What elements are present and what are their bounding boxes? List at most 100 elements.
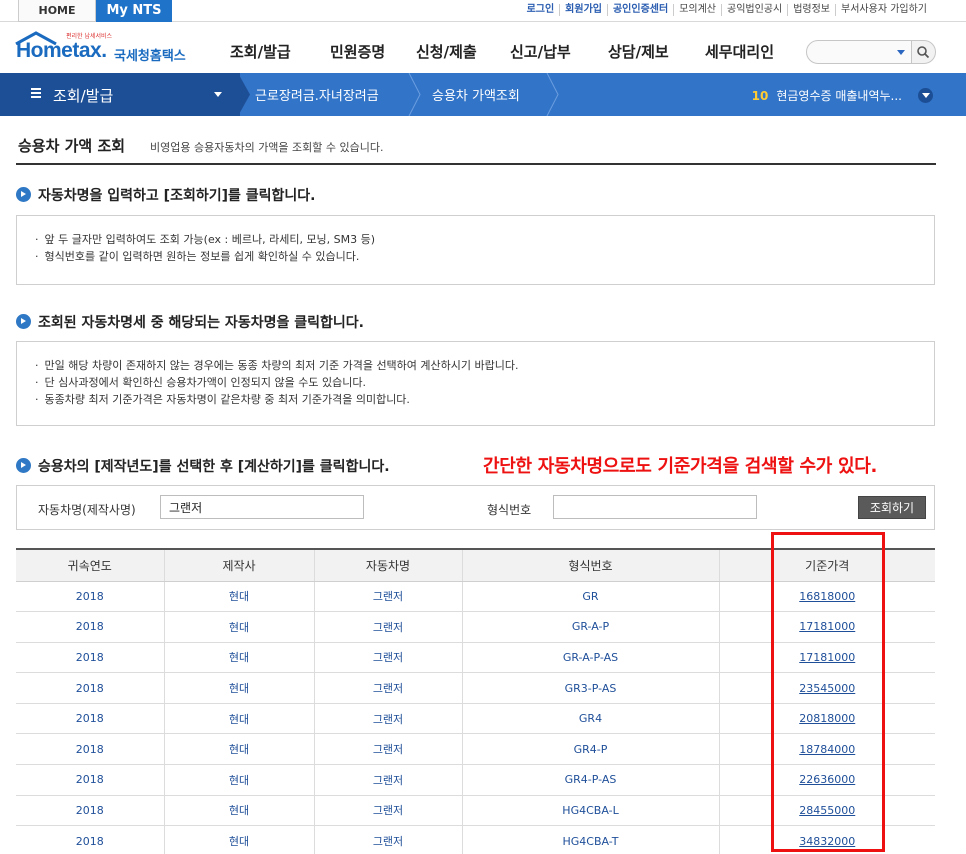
year-cell: 2018 xyxy=(16,611,164,643)
car-name-cell: 그랜저 xyxy=(313,764,462,796)
gnb-item-civil[interactable]: 민원증명 xyxy=(330,41,385,62)
breadcrumb-arrow-icon xyxy=(238,73,250,116)
model-no-input[interactable] xyxy=(553,495,757,519)
note-line: 앞 두 글자만 입력하여도 조회 가능(ex : 베르나, 라세티, 모닝, S… xyxy=(35,231,934,248)
model-no-cell: GR xyxy=(461,581,719,613)
site-header: 편리한 납세서비스 Hom​etax. 국세청홈택스 조회/발급 민원증명 신청… xyxy=(0,23,966,73)
car-name-cell: 그랜저 xyxy=(313,795,462,827)
year-cell: 2018 xyxy=(16,672,164,704)
annotation-note: 간단한 자동차명으로도 기준가격을 검색할 수가 있다. xyxy=(483,456,878,477)
model-no-cell: GR4-P xyxy=(461,733,719,766)
search-input[interactable] xyxy=(806,40,912,64)
model-no-cell: HG4CBA-T xyxy=(461,825,719,854)
mynts-tab[interactable]: My NTS xyxy=(96,0,172,22)
gnb-item-apply[interactable]: 신청/제출 xyxy=(416,41,477,62)
page-title: 승용차 가액 조회 xyxy=(18,137,126,155)
col-header-maker: 제작사 xyxy=(163,548,314,582)
gnb-item-inquiry[interactable]: 조회/발급 xyxy=(230,41,291,62)
section-3-title: 승용차의 [제작년도]를 선택한 후 [계산하기]를 클릭합니다. xyxy=(16,456,390,476)
top-utility-bar: HOME My NTS 로그인 회원가입 공인인증센터 모의계산 공익법인공시 … xyxy=(0,0,966,22)
section-1-notes: 앞 두 글자만 입력하여도 조회 가능(ex : 베르나, 라세티, 모닝, S… xyxy=(16,215,935,285)
law-info-link[interactable]: 법령정보 xyxy=(787,4,835,16)
gnb-item-agent[interactable]: 세무대리인 xyxy=(705,41,774,62)
page-description: 비영업용 승용자동차의 가액을 조회할 수 있습니다. xyxy=(150,141,384,154)
arrow-circle-icon xyxy=(16,314,31,329)
year-cell: 2018 xyxy=(16,642,164,674)
title-divider xyxy=(16,163,936,165)
maker-cell: 현대 xyxy=(163,672,314,704)
location-nav-bar: 조회/발급 근로장려금.자녀장려금 승용차 가액조회 10 현금영수증 매출내역누… xyxy=(0,73,966,116)
maker-cell: 현대 xyxy=(163,733,314,766)
model-no-cell: GR3-P-AS xyxy=(461,672,719,704)
maker-cell: 현대 xyxy=(163,611,314,643)
section-2-title: 조회된 자동차명세 중 해당되는 자동차명을 클릭합니다. xyxy=(16,312,364,332)
car-name-label: 자동차명(제작사명) xyxy=(38,503,136,517)
search-submit-button[interactable]: 조회하기 xyxy=(858,496,926,519)
maker-cell: 현대 xyxy=(163,703,314,735)
col-header-car-name: 자동차명 xyxy=(313,548,462,582)
note-line: 단 심사과정에서 확인하신 승용차가액이 인정되지 않을 수도 있습니다. xyxy=(35,374,934,391)
car-name-input[interactable]: 그랜저 xyxy=(160,495,364,519)
maker-cell: 현대 xyxy=(163,642,314,674)
year-cell: 2018 xyxy=(16,825,164,854)
note-line: 동종차량 최저 기준가격은 자동차명이 같은차량 중 최저 기준가격을 의미합니… xyxy=(35,391,934,408)
search-button[interactable] xyxy=(911,40,936,64)
model-no-cell: GR4 xyxy=(461,703,719,735)
section-2-notes: 만일 해당 차량이 존재하지 않는 경우에는 동종 차량의 최저 기준 가격을 … xyxy=(16,341,935,426)
menu-title: 조회/발급 xyxy=(53,87,114,105)
mock-calc-link[interactable]: 모의계산 xyxy=(673,4,721,16)
maker-cell: 현대 xyxy=(163,581,314,613)
logo-korean-name: 국세청홈택스 xyxy=(114,49,186,64)
year-cell: 2018 xyxy=(16,703,164,735)
ticker-text: 현금영수증 매출내역누... xyxy=(776,89,902,103)
gnb-item-report[interactable]: 신고/납부 xyxy=(510,41,571,62)
car-name-cell: 그랜저 xyxy=(313,825,462,854)
arrow-circle-icon xyxy=(16,187,31,202)
chevron-down-icon[interactable] xyxy=(897,50,905,55)
maker-cell: 현대 xyxy=(163,764,314,796)
car-name-cell: 그랜저 xyxy=(313,672,462,704)
col-header-year: 귀속연도 xyxy=(16,548,164,582)
car-name-cell: 그랜저 xyxy=(313,733,462,766)
model-no-label: 형식번호 xyxy=(487,503,532,517)
note-line: 만일 해당 차량이 존재하지 않는 경우에는 동종 차량의 최저 기준 가격을 … xyxy=(35,357,934,374)
hometax-logo[interactable]: 편리한 납세서비스 Hom​etax. 국세청홈택스 xyxy=(14,31,194,69)
arrow-circle-icon xyxy=(16,458,31,473)
ticker-number: 10 xyxy=(751,89,769,103)
year-cell: 2018 xyxy=(16,795,164,827)
search-icon xyxy=(917,46,930,59)
ticker-expand-button[interactable] xyxy=(918,88,933,103)
chevron-down-icon xyxy=(214,92,222,97)
notice-ticker[interactable]: 10 현금영수증 매출내역누... xyxy=(752,87,902,104)
year-cell: 2018 xyxy=(16,764,164,796)
public-corp-disclosure-link[interactable]: 공익법인공시 xyxy=(721,4,787,16)
login-link[interactable]: 로그인 xyxy=(522,4,560,16)
car-name-cell: 그랜저 xyxy=(313,642,462,674)
price-column-highlight xyxy=(771,532,885,852)
breadcrumb-arrow-icon xyxy=(546,73,559,116)
home-tab[interactable]: HOME xyxy=(18,0,96,22)
car-name-cell: 그랜저 xyxy=(313,611,462,643)
model-no-cell: GR-A-P xyxy=(461,611,719,643)
note-line: 형식번호를 같이 입력하면 원하는 정보를 쉽게 확인하실 수 있습니다. xyxy=(35,248,934,265)
maker-cell: 현대 xyxy=(163,795,314,827)
year-cell: 2018 xyxy=(16,581,164,613)
search-form: 자동차명(제작사명) 그랜저 형식번호 조회하기 xyxy=(16,485,935,530)
breadcrumb-item-incentive[interactable]: 근로장려금.자녀장려금 xyxy=(255,85,379,104)
signup-link[interactable]: 회원가입 xyxy=(559,4,607,16)
car-name-cell: 그랜저 xyxy=(313,703,462,735)
dept-user-signup-link[interactable]: 부서사용자 가입하기 xyxy=(835,4,932,16)
model-no-cell: HG4CBA-L xyxy=(461,795,719,827)
menu-selector[interactable]: 조회/발급 xyxy=(0,73,240,116)
hamburger-icon xyxy=(31,88,41,99)
cert-center-link[interactable]: 공인인증센터 xyxy=(606,4,673,16)
logo-wordmark: Hom​etax. xyxy=(16,39,107,62)
col-header-model-no: 형식번호 xyxy=(461,548,719,582)
breadcrumb-arrow-icon xyxy=(408,73,421,116)
car-name-cell: 그랜저 xyxy=(313,581,462,613)
gnb-item-consult[interactable]: 상담/제보 xyxy=(608,41,669,62)
model-no-cell: GR4-P-AS xyxy=(461,764,719,796)
breadcrumb-item-car-value[interactable]: 승용차 가액조회 xyxy=(432,85,520,104)
section-1-title: 자동차명을 입력하고 [조회하기]를 클릭합니다. xyxy=(16,185,315,205)
year-cell: 2018 xyxy=(16,733,164,766)
